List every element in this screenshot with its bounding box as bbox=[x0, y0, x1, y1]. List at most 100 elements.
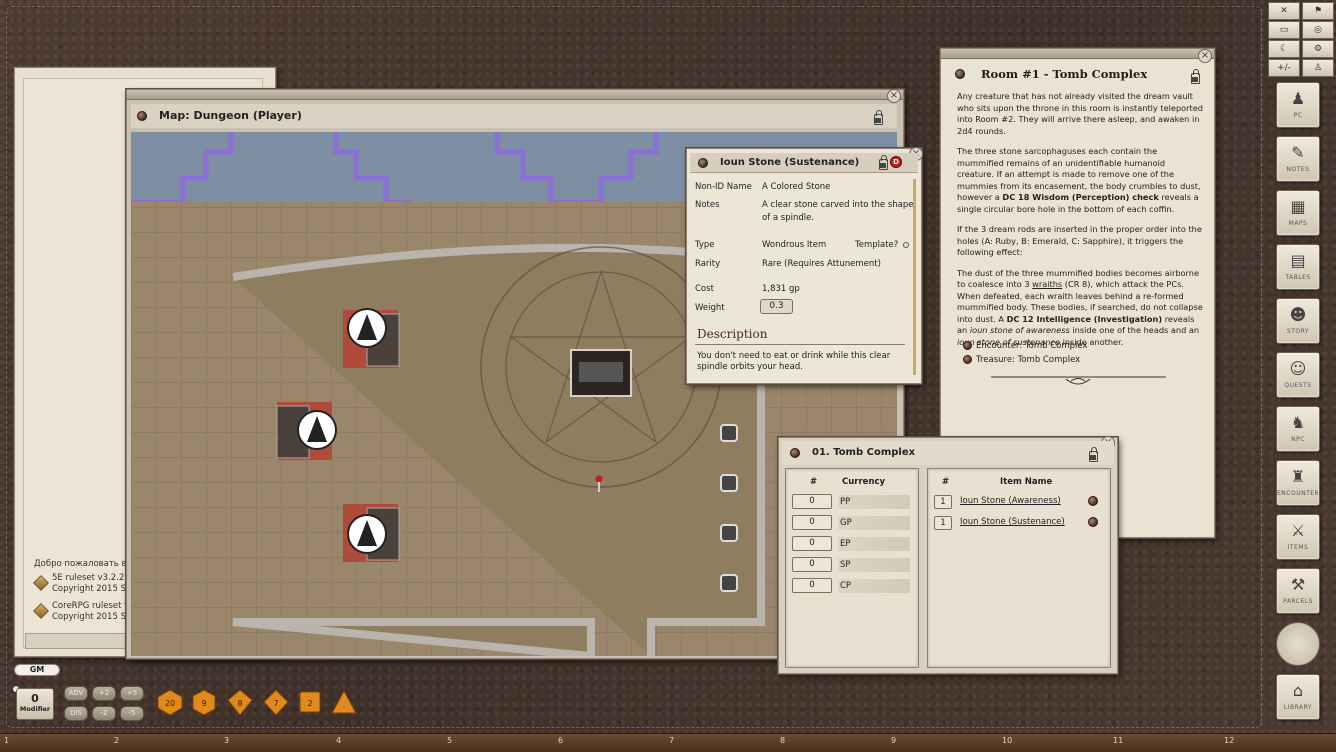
currency-qty-ep[interactable]: 0 bbox=[792, 536, 832, 551]
minus5-button[interactable]: -5 bbox=[120, 706, 144, 721]
map-window-drag-bar[interactable] bbox=[127, 90, 903, 100]
ruler-mark: 2 bbox=[114, 736, 120, 745]
svg-text:8: 8 bbox=[237, 699, 242, 708]
ruler-mark: 3 bbox=[224, 736, 230, 745]
svg-text:20: 20 bbox=[165, 699, 175, 708]
svg-text:2: 2 bbox=[307, 699, 312, 708]
item-window[interactable]: × Ioun Stone (Sustenance) D Non-ID Name … bbox=[686, 147, 923, 384]
lock-icon[interactable] bbox=[874, 110, 883, 125]
d10-die-icon[interactable]: 8 bbox=[226, 688, 254, 716]
currency-qty-sp[interactable]: 0 bbox=[792, 557, 832, 572]
sidebar-pc-button[interactable]: ♟ PC bbox=[1276, 82, 1320, 128]
minus2-button[interactable]: -2 bbox=[92, 706, 116, 721]
weight-field[interactable]: 0.3 bbox=[760, 299, 793, 314]
d6-die-icon[interactable]: 2 bbox=[296, 688, 324, 716]
toolbar-tool-icon[interactable]: ◎ bbox=[1302, 21, 1334, 39]
nonid-name-value[interactable]: A Colored Stone bbox=[762, 182, 830, 192]
notes-value-line2[interactable]: of a spindle. bbox=[762, 213, 814, 223]
dis-button[interactable]: DIS bbox=[64, 706, 88, 721]
story-body[interactable]: Any creature that has not already visite… bbox=[957, 91, 1203, 357]
toolbar-tool-icon[interactable]: ▭ bbox=[1268, 21, 1300, 39]
modules-disc-icon[interactable] bbox=[1276, 622, 1320, 666]
lock-icon[interactable] bbox=[1191, 69, 1200, 84]
window-link-icon[interactable] bbox=[790, 448, 800, 458]
weight-label: Weight bbox=[695, 303, 725, 313]
lock-icon[interactable] bbox=[1089, 447, 1098, 462]
sidebar-notes-button[interactable]: ✎ NOTES bbox=[1276, 136, 1320, 182]
lock-icon[interactable] bbox=[879, 155, 888, 170]
encounter-link[interactable]: Encounter: Tomb Complex bbox=[963, 341, 1088, 351]
close-icon[interactable]: × bbox=[887, 89, 901, 103]
currency-name-sp[interactable]: SP bbox=[838, 558, 910, 572]
gear-icon[interactable]: ⚙ bbox=[1302, 40, 1334, 58]
toolbar-tool-icon[interactable]: ✕ bbox=[1268, 2, 1300, 20]
d20-die-icon[interactable]: 20 bbox=[156, 688, 184, 716]
sidebar-npc-button[interactable]: ♞ NPC bbox=[1276, 406, 1320, 452]
item-link-icon[interactable] bbox=[1088, 496, 1098, 506]
parcel-title-bar[interactable]: 01. Tomb Complex bbox=[782, 441, 1114, 465]
plus5-button[interactable]: +5 bbox=[120, 686, 144, 701]
treasure-link[interactable]: Treasure: Tomb Complex bbox=[963, 355, 1080, 365]
item-qty-awareness[interactable]: 1 bbox=[934, 495, 952, 509]
sidebar-tables-button[interactable]: ▤ TABLES bbox=[1276, 244, 1320, 290]
item-scrollbar[interactable] bbox=[913, 179, 916, 375]
item-qty-sustenance[interactable]: 1 bbox=[934, 516, 952, 530]
table-ruler: 1 2 3 4 5 6 7 8 9 10 11 12 bbox=[0, 733, 1336, 752]
window-link-icon[interactable] bbox=[698, 158, 708, 168]
currency-header: Currency bbox=[842, 477, 886, 487]
d8-die-icon[interactable]: 7 bbox=[262, 688, 290, 716]
sidebar-maps-button[interactable]: ▦ MAPS bbox=[1276, 190, 1320, 236]
item-link-icon[interactable] bbox=[1088, 517, 1098, 527]
currency-name-cp[interactable]: CP bbox=[838, 579, 910, 593]
currency-qty-gp[interactable]: 0 bbox=[792, 515, 832, 530]
map-title-bar[interactable]: Map: Dungeon (Player) bbox=[131, 104, 897, 128]
identified-toggle-icon[interactable]: D bbox=[890, 156, 902, 168]
modifier-box[interactable]: 0 Modifier bbox=[16, 688, 54, 720]
wraiths-link[interactable]: wraiths bbox=[1032, 279, 1062, 289]
rarity-value[interactable]: Rare (Requires Attunement) bbox=[762, 259, 881, 269]
parcel-item-list[interactable]: # Item Name 1 Ioun Stone (Awareness) 1 I… bbox=[927, 468, 1111, 668]
window-link-icon[interactable] bbox=[955, 69, 965, 79]
template-label: Template? bbox=[855, 240, 899, 250]
item-name-awareness[interactable]: Ioun Stone (Awareness) bbox=[960, 496, 1061, 506]
toolbar-tool-icon[interactable]: ☾ bbox=[1268, 40, 1300, 58]
item-title-bar[interactable]: Ioun Stone (Sustenance) D bbox=[690, 153, 918, 173]
item-name-sustenance[interactable]: Ioun Stone (Sustenance) bbox=[960, 517, 1065, 527]
currency-list[interactable]: # Currency 0 PP 0 GP 0 EP 0 SP 0 CP bbox=[785, 468, 919, 668]
template-checkbox[interactable] bbox=[903, 242, 909, 248]
currency-qty-pp[interactable]: 0 bbox=[792, 494, 832, 509]
chat-input[interactable] bbox=[25, 633, 137, 649]
sidebar-quests-button[interactable]: ☺ QUESTS bbox=[1276, 352, 1320, 398]
window-link-icon[interactable] bbox=[137, 111, 147, 121]
modifier-value[interactable]: 0 bbox=[17, 692, 53, 705]
sidebar-encounter-button[interactable]: ♜ ENCOUNTER bbox=[1276, 460, 1320, 506]
type-value[interactable]: Wondrous Item bbox=[762, 240, 826, 250]
crossed-swords-icon: ⚔ bbox=[1290, 521, 1306, 540]
plus2-button[interactable]: +2 bbox=[92, 686, 116, 701]
story-window-drag-bar[interactable] bbox=[941, 49, 1214, 59]
library-icon: ⌂ bbox=[1292, 681, 1304, 700]
notes-value-line1[interactable]: A clear stone carved into the shape bbox=[762, 200, 914, 210]
cost-value[interactable]: 1,831 gp bbox=[762, 284, 800, 294]
description-text[interactable]: You don't need to eat or drink while thi… bbox=[697, 351, 912, 373]
currency-name-pp[interactable]: PP bbox=[838, 495, 910, 509]
sidebar-library-button[interactable]: ⌂ LIBRARY bbox=[1276, 674, 1320, 720]
sidebar-parcels-button[interactable]: ⚒ PARCELS bbox=[1276, 568, 1320, 614]
d4-die-icon[interactable] bbox=[330, 688, 358, 716]
toolbar-tool-icon[interactable]: ⚑ bbox=[1302, 2, 1334, 20]
currency-qty-cp[interactable]: 0 bbox=[792, 578, 832, 593]
sidebar-story-button[interactable]: ☻ STORY bbox=[1276, 298, 1320, 344]
gm-identity-badge[interactable]: GM bbox=[14, 664, 60, 676]
sidebar-items-button[interactable]: ⚔ ITEMS bbox=[1276, 514, 1320, 560]
item-num-header: # bbox=[942, 477, 950, 487]
currency-name-ep[interactable]: EP bbox=[838, 537, 910, 551]
d12-die-icon[interactable]: 9 bbox=[190, 688, 218, 716]
close-icon[interactable]: × bbox=[1198, 49, 1212, 63]
modifier-label: Modifier bbox=[19, 705, 51, 713]
currency-name-gp[interactable]: GP bbox=[838, 516, 910, 530]
parcel-window[interactable]: × 01. Tomb Complex # Currency 0 PP 0 GP … bbox=[778, 436, 1118, 674]
ruler-mark: 1 bbox=[4, 736, 10, 745]
adv-button[interactable]: ADV bbox=[64, 686, 88, 701]
zoom-toggle-button[interactable]: +/- bbox=[1268, 59, 1300, 77]
person-icon[interactable]: ♙ bbox=[1302, 59, 1334, 77]
